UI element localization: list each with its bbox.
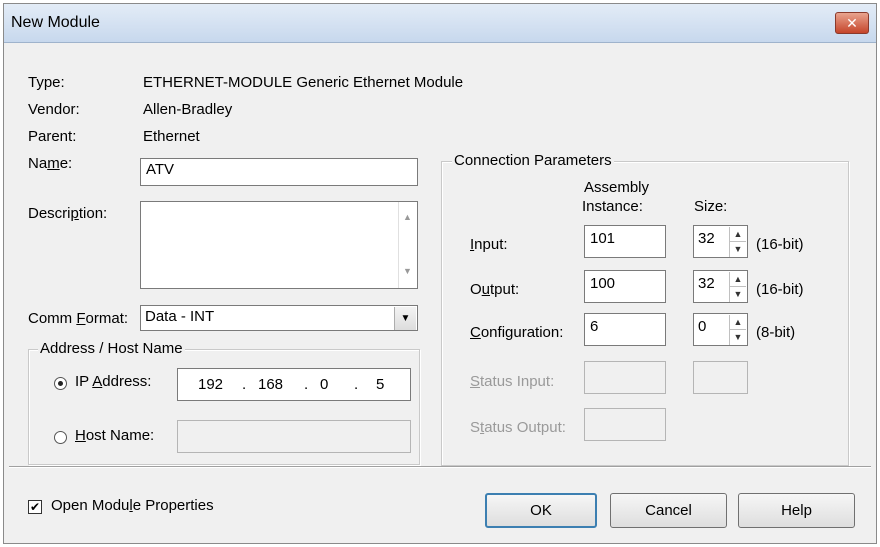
configuration-size-spinner[interactable]: 0 ▲ ▼ [693,313,748,346]
vendor-value: Allen-Bradley [143,101,233,118]
name-input[interactable]: ATV [140,158,418,186]
comm-format-label: Comm Format: [28,310,129,327]
scroll-down-icon[interactable]: ▼ [403,266,412,276]
input-size-unit: (16-bit) [756,236,804,253]
output-label: Output: [470,281,520,298]
assembly-header-line1: Assembly [584,179,650,196]
input-size-spinner[interactable]: 32 ▲ ▼ [693,225,748,258]
input-assembly-field[interactable]: 101 [584,225,666,258]
parent-label: Parent: [28,128,77,145]
dialog-title: New Module [11,14,100,31]
close-button[interactable]: ✕ [835,12,869,34]
configuration-label: Configuration: [470,324,564,341]
host-name-radio[interactable] [54,431,67,444]
chevron-down-icon[interactable]: ▼ [394,307,416,330]
spin-arrows-icon[interactable]: ▲ ▼ [729,315,746,345]
ok-button[interactable]: OK [485,493,597,528]
open-module-properties-checkbox[interactable]: ✔ [28,500,42,514]
scroll-up-icon[interactable]: ▲ [403,212,412,222]
configuration-size-unit: (8-bit) [756,324,796,341]
size-header: Size: [694,198,728,215]
host-name-label: Host Name: [75,427,155,444]
name-label: Name: [28,155,73,172]
ip-octet-2[interactable]: 168 [258,376,283,393]
new-module-dialog: New Module ✕ Type: ETHERNET-MODULE Gener… [3,3,877,544]
cancel-button[interactable]: Cancel [610,493,727,528]
status-input-field[interactable] [584,361,666,394]
description-label: Description: [28,205,108,222]
comm-format-select[interactable]: Data - INT ▼ [140,305,418,331]
vendor-label: Vendor: [28,101,80,118]
spin-arrows-icon[interactable]: ▲ ▼ [729,272,746,302]
spin-arrows-icon[interactable]: ▲ ▼ [729,227,746,257]
help-button[interactable]: Help [738,493,855,528]
configuration-assembly-field[interactable]: 6 [584,313,666,346]
status-output-field[interactable] [584,408,666,441]
ip-address-radio[interactable] [54,377,67,390]
type-value: ETHERNET-MODULE Generic Ethernet Module [143,74,464,91]
close-icon: ✕ [846,15,858,31]
footer-separator [9,466,871,468]
status-input-size-field[interactable] [693,361,748,394]
checkmark-icon: ✔ [29,500,41,514]
ip-octet-1[interactable]: 192 [198,376,223,393]
ip-octet-3[interactable]: 0 [320,376,328,393]
ip-address-label: IP Address: [75,373,152,390]
parent-value: Ethernet [143,128,200,145]
host-name-input[interactable] [177,420,411,453]
input-label: Input: [470,236,508,253]
output-size-unit: (16-bit) [756,281,804,298]
title-bar[interactable]: New Module ✕ [4,4,876,43]
output-assembly-field[interactable]: 100 [584,270,666,303]
description-textarea[interactable]: ▲ ▼ [140,201,418,289]
ip-address-input[interactable]: 192 . 168 . 0 . 5 [177,368,411,401]
open-module-properties-label[interactable]: Open Module Properties [51,497,214,514]
radio-selected-dot [58,381,63,386]
description-scrollbar[interactable]: ▲ ▼ [398,202,417,288]
type-label: Type: [28,74,65,91]
assembly-header-line2: Instance: [582,198,643,215]
status-input-label: Status Input: [470,373,555,390]
output-size-spinner[interactable]: 32 ▲ ▼ [693,270,748,303]
connection-parameters-legend: Connection Parameters [452,152,614,169]
address-group-legend: Address / Host Name [38,340,185,357]
ip-octet-4[interactable]: 5 [376,376,384,393]
status-output-label: Status Output: [470,419,566,436]
